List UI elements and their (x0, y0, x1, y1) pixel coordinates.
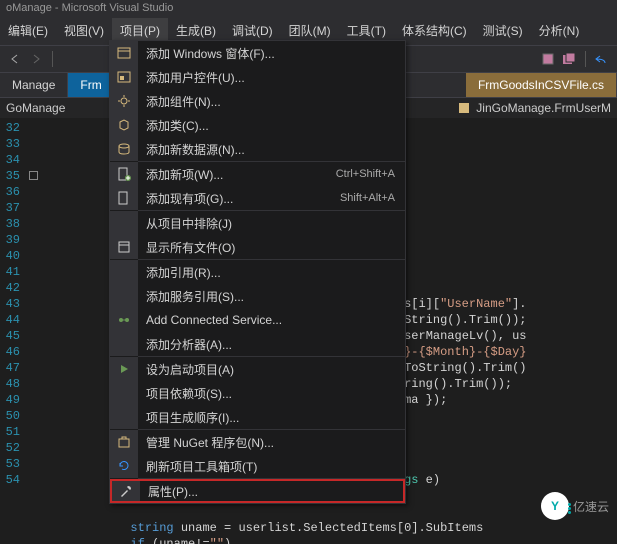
watermark-text: 亿速云 (573, 498, 609, 515)
menu-item-label: 项目依赖项(S)... (138, 385, 395, 402)
menu-item-existitem-1-1[interactable]: 添加现有项(G)...Shift+Alt+A (110, 186, 405, 210)
menu-item-newitem-1-0[interactable]: 添加新项(W)...Ctrl+Shift+A (110, 162, 405, 186)
menu-item-label: 添加服务引用(S)... (138, 288, 395, 305)
menu-item-label: 添加新项(W)... (138, 166, 336, 183)
saveall-icon[interactable] (560, 50, 578, 68)
menu-item-usercontrol-0-1[interactable]: 添加用户控件(U)... (110, 65, 405, 89)
wrench-icon (112, 481, 140, 501)
menu-item-label: 添加类(C)... (138, 117, 395, 134)
undo-icon[interactable] (593, 50, 611, 68)
menu-item-label: 项目生成顺序(I)... (138, 409, 395, 426)
tab-manage[interactable]: Manage (0, 73, 68, 97)
blank-icon (110, 211, 138, 235)
menu-item-refresh-5-1[interactable]: 刷新项目工具箱项(T) (110, 454, 405, 478)
menu-edit[interactable]: 编辑(E) (0, 18, 56, 43)
watermark: Y 亿速云 (541, 492, 609, 520)
menu-item-label: 刷新项目工具箱项(T) (138, 458, 395, 475)
menu-item-wrench-6-0[interactable]: 属性(P)... (110, 479, 405, 503)
project-menu-dropdown: 添加 Windows 窗体(F)... 添加用户控件(U)... 添加组件(N)..… (109, 40, 406, 504)
class-icon (458, 101, 472, 115)
blank-icon (110, 381, 138, 405)
blank-icon (110, 332, 138, 356)
menu-item-component-0-2[interactable]: 添加组件(N)... (110, 89, 405, 113)
menu-item-item-4-2[interactable]: 项目生成顺序(I)... (110, 405, 405, 429)
blank-icon (110, 260, 138, 284)
menu-item-label: 添加 Windows 窗体(F)... (138, 45, 395, 62)
menu-item-label: 添加引用(R)... (138, 264, 395, 281)
breadcrumb-prefix: GoManage (6, 101, 65, 115)
menu-item-label: 设为启动项目(A) (138, 361, 395, 378)
blank-icon (110, 405, 138, 429)
datasource-icon (110, 137, 138, 161)
startup-icon (110, 357, 138, 381)
window-icon (110, 41, 138, 65)
tab-frm[interactable]: Frm (68, 73, 114, 97)
menu-item-label: 从项目中排除(J) (138, 215, 395, 232)
showall-icon (110, 235, 138, 259)
menu-item-label: 添加现有项(G)... (138, 190, 340, 207)
fold-box-icon[interactable] (29, 171, 38, 180)
fold-gutter (26, 118, 40, 544)
menu-item-label: 管理 NuGet 程序包(N)... (138, 434, 395, 451)
save-icon[interactable] (539, 50, 557, 68)
menu-item-label: 添加新数据源(N)... (138, 141, 395, 158)
menu-item-item-3-0[interactable]: 添加引用(R)... (110, 260, 405, 284)
menu-item-datasource-0-4[interactable]: 添加新数据源(N)... (110, 137, 405, 161)
menu-item-nuget-5-0[interactable]: 管理 NuGet 程序包(N)... (110, 430, 405, 454)
menu-item-item-3-3[interactable]: 添加分析器(A)... (110, 332, 405, 356)
menu-item-shortcut: Shift+Alt+A (340, 192, 405, 204)
menu-test[interactable]: 测试(S) (475, 18, 531, 43)
menu-item-item-4-1[interactable]: 项目依赖项(S)... (110, 381, 405, 405)
menu-item-shortcut: Ctrl+Shift+A (336, 168, 405, 180)
menu-item-item-3-1[interactable]: 添加服务引用(S)... (110, 284, 405, 308)
refresh-icon (110, 454, 138, 478)
menu-item-startup-4-0[interactable]: 设为启动项目(A) (110, 357, 405, 381)
breadcrumb-class[interactable]: JinGoManage.FrmUserM (476, 101, 611, 115)
menu-item-label: 添加分析器(A)... (138, 336, 395, 353)
menu-analyze[interactable]: 分析(N) (531, 18, 588, 43)
newitem-icon (110, 162, 138, 186)
menu-item-label: 属性(P)... (140, 483, 393, 500)
menu-item-connected-3-2[interactable]: Add Connected Service... (110, 308, 405, 332)
menu-item-class-0-3[interactable]: 添加类(C)... (110, 113, 405, 137)
tab-frmgoods[interactable]: FrmGoodsInCSVFile.cs (466, 73, 617, 97)
class-icon (110, 113, 138, 137)
menu-item-label: 显示所有文件(O) (138, 239, 395, 256)
menu-item-item-2-0[interactable]: 从项目中排除(J) (110, 211, 405, 235)
menu-view[interactable]: 视图(V) (56, 18, 112, 43)
menu-architecture[interactable]: 体系结构(C) (394, 18, 475, 43)
menu-item-label: 添加组件(N)... (138, 93, 395, 110)
watermark-logo: Y (541, 492, 569, 520)
back-icon[interactable] (6, 50, 24, 68)
blank-icon (110, 284, 138, 308)
existitem-icon (110, 186, 138, 210)
menu-item-label: Add Connected Service... (138, 313, 395, 327)
usercontrol-icon (110, 65, 138, 89)
line-numbers: 3233 343536 3738 394041 424344 454647 48… (0, 118, 26, 544)
forward-icon[interactable] (27, 50, 45, 68)
menu-item-label: 添加用户控件(U)... (138, 69, 395, 86)
component-icon (110, 89, 138, 113)
connected-icon (110, 308, 138, 332)
window-title: oManage - Microsoft Visual Studio (0, 0, 617, 16)
nuget-icon (110, 430, 138, 454)
menu-item-showall-2-1[interactable]: 显示所有文件(O) (110, 235, 405, 259)
menu-item-window-0-0[interactable]: 添加 Windows 窗体(F)... (110, 41, 405, 65)
